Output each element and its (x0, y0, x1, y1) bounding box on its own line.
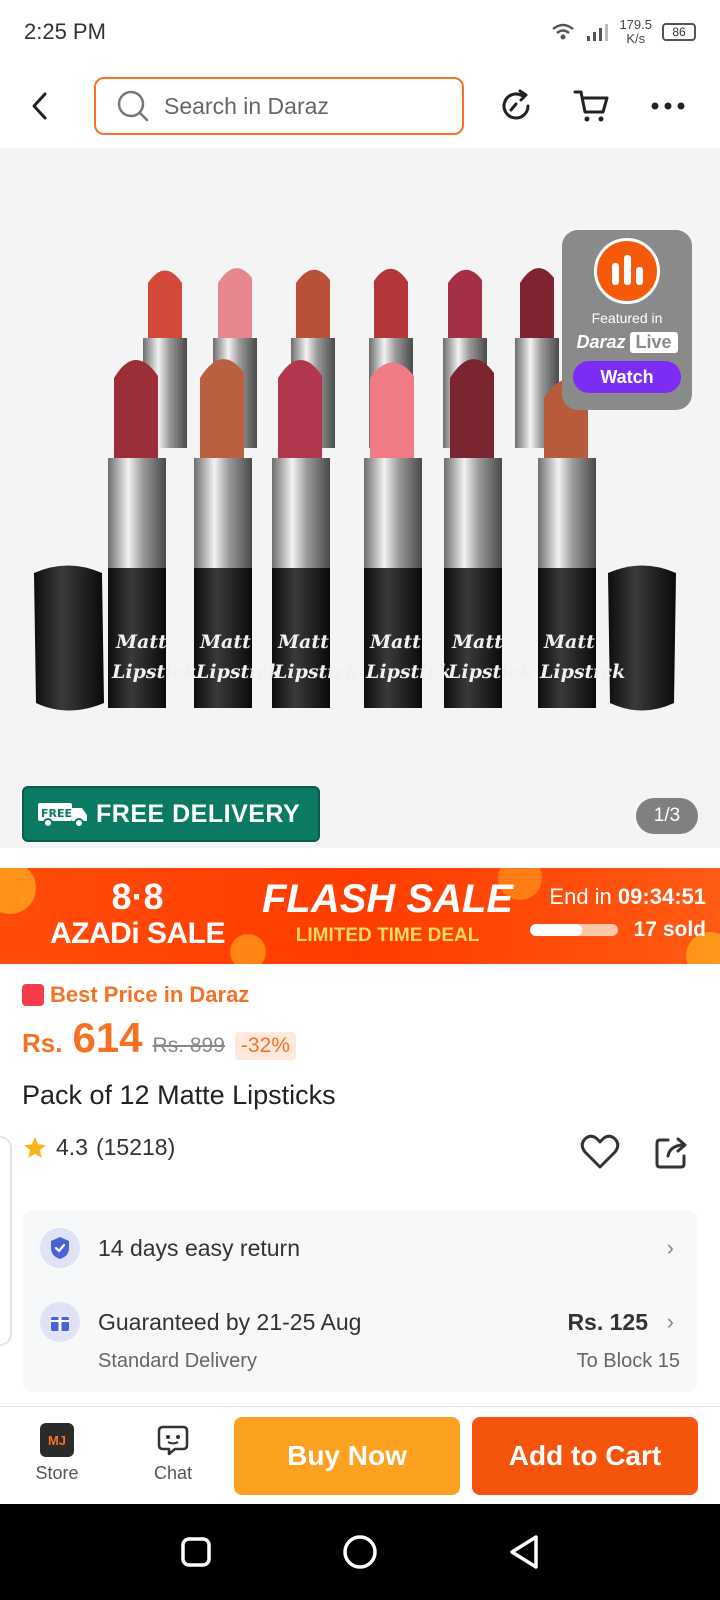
delivery-type: Standard Delivery (98, 1350, 257, 1372)
status-time: 2:25 PM (24, 19, 106, 44)
share-icon (655, 1137, 687, 1169)
flash-sale-banner[interactable]: 8·8 AZADi SALE FLASH SALE LIMITED TIME D… (0, 868, 720, 964)
svg-text:Lipstick: Lipstick (447, 661, 533, 683)
svg-text:Lipstick: Lipstick (365, 661, 451, 683)
wishlist-button[interactable] (578, 1130, 622, 1174)
price-row: Rs. 614 Rs. 899 -32% (22, 1014, 296, 1062)
return-policy-text: 14 days easy return (98, 1234, 301, 1261)
svg-text:Matt: Matt (199, 631, 251, 653)
svg-text:Matt: Matt (277, 631, 329, 653)
store-logo-icon: MJ (40, 1423, 74, 1457)
signal-icon (587, 24, 609, 41)
chat-icon (157, 1425, 189, 1456)
store-button[interactable]: MJ Store (12, 1423, 102, 1484)
back-triangle-icon (510, 1535, 538, 1569)
best-price-icon (22, 984, 44, 1006)
back-nav-button[interactable] (502, 1530, 546, 1574)
free-delivery-text: FREE DELIVERY (96, 799, 301, 828)
svg-text:Lipstick: Lipstick (273, 661, 359, 683)
return-policy-row[interactable]: 14 days easy return › (22, 1228, 698, 1268)
refresh-button[interactable] (492, 82, 540, 130)
recents-button[interactable] (174, 1530, 218, 1574)
price-currency: Rs. (22, 1028, 63, 1058)
svg-text:FREE: FREE (41, 807, 72, 820)
svg-text:Lipstick: Lipstick (195, 661, 281, 683)
original-price: Rs. 899 (152, 1034, 225, 1057)
watch-button[interactable]: Watch (573, 361, 681, 393)
system-nav-bar (0, 1504, 720, 1600)
home-button[interactable] (338, 1530, 382, 1574)
daraz-live-logo-icon (594, 238, 660, 304)
sold-progress: 17 sold (529, 918, 706, 942)
daraz-live-card[interactable]: Featured in Daraz Live Watch (562, 230, 692, 410)
home-circle-icon (343, 1535, 377, 1569)
svg-text:Matt: Matt (451, 631, 503, 653)
side-edge-tab[interactable] (0, 1136, 12, 1346)
gift-box-icon (40, 1302, 80, 1342)
svg-text:Matt: Matt (543, 631, 595, 653)
more-button[interactable] (644, 82, 692, 130)
buy-now-button[interactable]: Buy Now (234, 1417, 460, 1495)
battery-icon: 86 (662, 23, 696, 41)
delivery-row[interactable]: Guaranteed by 21-25 Aug Rs. 125 › (22, 1302, 698, 1342)
chevron-right-icon: › (666, 1309, 674, 1334)
cart-icon (573, 90, 609, 122)
shield-check-icon (40, 1228, 80, 1268)
product-image-gallery[interactable]: Matt Lipstick Matt Lipstick Matt Lipstic… (0, 148, 720, 848)
search-input[interactable]: Search in Daraz (94, 77, 464, 135)
service-info-card: 14 days easy return › Guaranteed by 21-2… (22, 1210, 698, 1392)
svg-text:Lipstick: Lipstick (111, 661, 197, 683)
status-bar: 2:25 PM 179.5 K/s 86 (0, 0, 720, 64)
svg-text:Lipstick: Lipstick (539, 661, 625, 683)
sale-countdown: End in 09:34:51 (549, 884, 706, 909)
net-speed: 179.5 K/s (619, 17, 652, 46)
best-price-tag[interactable]: Best Price in Daraz (22, 982, 249, 1008)
product-title: Pack of 12 Matte Lipsticks (22, 1080, 336, 1110)
price-value: 614 (72, 1014, 143, 1061)
svg-text:Matt: Matt (369, 631, 421, 653)
refresh-icon (502, 89, 530, 120)
cart-button[interactable] (568, 82, 616, 130)
bottom-action-bar: MJ Store Chat Buy Now Add to Cart (0, 1406, 720, 1502)
chevron-left-icon (32, 92, 47, 120)
flash-sale-title: FLASH SALE LIMITED TIME DEAL (262, 877, 514, 946)
sold-count: 17 sold (633, 918, 706, 941)
delivery-truck-icon: FREE (38, 803, 87, 828)
chevron-right-icon: › (666, 1235, 674, 1260)
search-placeholder: Search in Daraz (164, 92, 329, 119)
wifi-icon (552, 23, 575, 40)
star-icon (24, 1136, 46, 1158)
chat-button[interactable]: Chat (128, 1423, 218, 1484)
heart-icon (580, 1134, 620, 1169)
sold-progress-bar (529, 924, 618, 936)
review-count: (15218) (95, 1134, 176, 1160)
delivery-fee: Rs. 125 (567, 1308, 648, 1335)
rating-row[interactable]: 4.3 (15218) (22, 1134, 175, 1161)
share-button[interactable] (650, 1130, 694, 1174)
rating-value: 4.3 (56, 1134, 88, 1160)
free-delivery-badge: FREE FREE DELIVERY (22, 786, 320, 842)
image-counter: 1/3 (636, 798, 698, 834)
delivery-guarantee-text: Guaranteed by 21-25 Aug (98, 1308, 362, 1335)
svg-text:Matt: Matt (115, 631, 167, 653)
daraz-live-brand: Daraz Live (576, 332, 678, 353)
more-icon (651, 102, 685, 110)
delivery-location: To Block 15 (576, 1350, 680, 1372)
status-icons: 179.5 K/s 86 (551, 18, 696, 46)
back-button[interactable] (16, 82, 64, 130)
discount-badge: -32% (234, 1032, 296, 1060)
search-icon (117, 90, 149, 122)
recents-icon (181, 1537, 211, 1567)
azadi-sale-logo: 8·8 AZADi SALE (50, 876, 226, 951)
top-nav: Search in Daraz (0, 72, 720, 140)
live-featured-label: Featured in (591, 310, 663, 326)
add-to-cart-button[interactable]: Add to Cart (472, 1417, 698, 1495)
